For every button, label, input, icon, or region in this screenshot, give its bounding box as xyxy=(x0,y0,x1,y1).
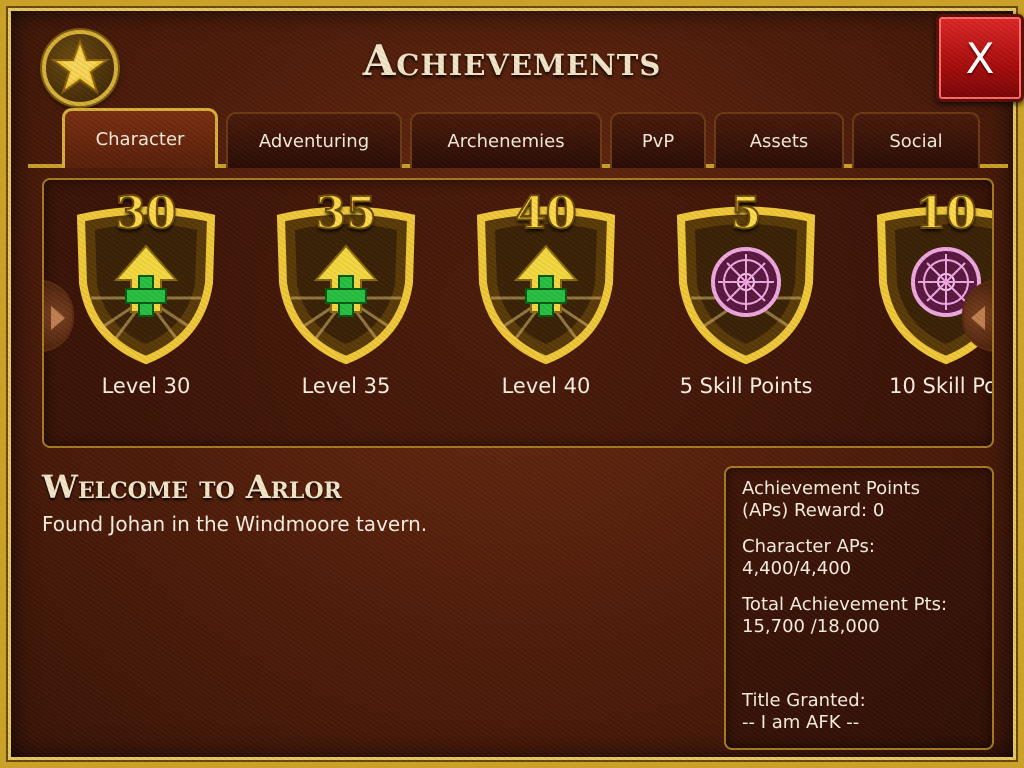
character-aps-label: Character APs: xyxy=(742,536,875,557)
tab-archenemies[interactable]: Archenemies xyxy=(410,112,602,168)
achievement-carousel: 30 Level 30 35 Level 35 40 Level 40 5 5 … xyxy=(42,178,994,448)
achievement-badge-number: 5 xyxy=(730,187,763,240)
achievement-label: Level 40 xyxy=(501,374,591,398)
achievement-item[interactable]: 40 Level 40 xyxy=(446,184,646,414)
title-granted-info: Title Granted: -- I am AFK -- xyxy=(742,690,866,734)
total-points-value: 15,700 /18,000 xyxy=(742,616,880,637)
skill-rune-icon xyxy=(711,247,781,317)
tab-label: Adventuring xyxy=(258,130,370,152)
tab-adventuring[interactable]: Adventuring xyxy=(226,112,402,168)
window-title: Achievements xyxy=(362,36,662,85)
achievement-label: Level 30 xyxy=(101,374,191,398)
tab-bar: Character Adventuring Archenemies PvP As… xyxy=(28,108,1008,168)
tab-label: Assets xyxy=(749,130,809,152)
achievement-item[interactable]: 5 5 Skill Points xyxy=(646,184,846,414)
achievement-badge-number: 10 xyxy=(914,187,977,240)
selected-achievement-title: Welcome to Arlor xyxy=(42,468,342,506)
achievement-label: Level 35 xyxy=(301,374,391,398)
tab-assets[interactable]: Assets xyxy=(714,112,844,168)
achievement-badge-number: 35 xyxy=(314,187,377,240)
title-granted-label: Title Granted: xyxy=(742,690,866,711)
reward-value: (APs) Reward: 0 xyxy=(742,500,885,521)
reward-label: Achievement Points xyxy=(742,478,920,499)
selected-achievement-description: Found Johan in the Windmoore tavern. xyxy=(42,512,428,536)
reward-info: Achievement Points (APs) Reward: 0 xyxy=(742,478,978,522)
character-aps-value: 4,400/4,400 xyxy=(742,558,852,579)
tab-label: Archenemies xyxy=(447,130,565,152)
close-button[interactable]: X xyxy=(936,14,1024,102)
achievement-points-panel: Achievement Points (APs) Reward: 0 Chara… xyxy=(724,466,994,750)
total-points-label: Total Achievement Pts: xyxy=(742,594,948,615)
title-granted-value: -- I am AFK -- xyxy=(742,712,860,733)
tab-label: PvP xyxy=(641,130,675,152)
achievement-label: 10 Skill Poi xyxy=(889,374,994,398)
total-points-info: Total Achievement Pts: 15,700 /18,000 xyxy=(742,594,978,638)
tab-label: Character xyxy=(95,129,185,150)
tab-label: Social xyxy=(889,130,943,152)
tab-pvp[interactable]: PvP xyxy=(610,112,706,168)
tab-social[interactable]: Social xyxy=(852,112,980,168)
character-aps-info: Character APs: 4,400/4,400 xyxy=(742,536,978,580)
achievement-badge-number: 30 xyxy=(114,187,177,240)
achievements-window: Achievements X Character Adventuring Arc… xyxy=(0,0,1024,768)
close-icon: X xyxy=(965,33,995,83)
achievement-item[interactable]: 30 Level 30 xyxy=(46,184,246,414)
tab-character[interactable]: Character xyxy=(62,108,218,168)
achievement-label: 5 Skill Points xyxy=(679,374,813,398)
achievement-item[interactable]: 35 Level 35 xyxy=(246,184,446,414)
achievement-badge-number: 40 xyxy=(514,187,577,240)
